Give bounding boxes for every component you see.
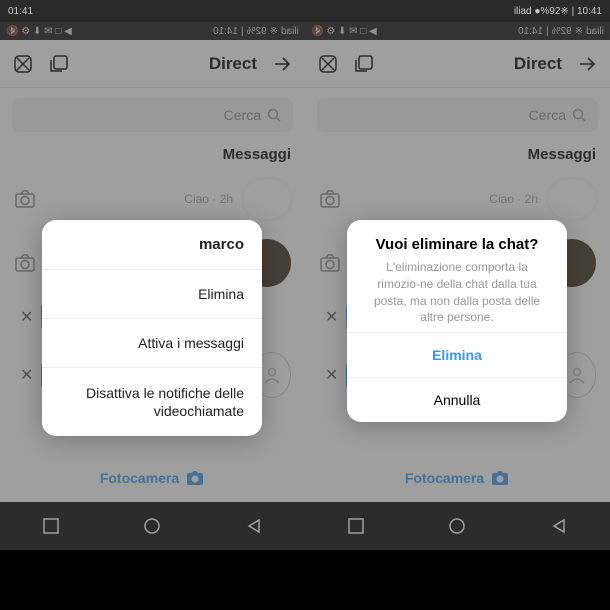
confirm-dialog: Vuoi eliminare la chat? L'eliminazione c…: [347, 220, 567, 422]
menu-header-name: marco: [42, 220, 262, 269]
confirm-title: Vuoi eliminare la chat?: [365, 236, 549, 253]
frame-top-right: iliad ●%92※ | 10:41: [514, 6, 602, 17]
context-menu: marco Elimina Attiva i messaggi Disattiv…: [42, 220, 262, 436]
confirm-cancel-button[interactable]: Annulla: [347, 377, 567, 422]
confirm-delete-button[interactable]: Elimina: [347, 332, 567, 377]
menu-disable-videocall-notif[interactable]: Disattiva le notifiche delle videochiama…: [42, 367, 262, 436]
phone-left: ▶ □ ✉ ⬇ ⚙ 🔇 iliad ※92% | 14:10 Direct Ce…: [0, 22, 305, 550]
phone-right: ▶ □ ✉ ⬇ ⚙ 🔇 iliad ※92% | 14:10 Direct Ce…: [305, 22, 610, 550]
outer-frame-bottom: [0, 550, 610, 610]
outer-frame-top: 01:41 iliad ●%92※ | 10:41: [0, 0, 610, 22]
menu-enable-msgs[interactable]: Attiva i messaggi: [42, 318, 262, 367]
frame-top-left: 01:41: [8, 6, 33, 17]
confirm-desc: L'eliminazione comporta la rimozio-ne de…: [365, 259, 549, 326]
menu-delete[interactable]: Elimina: [42, 269, 262, 318]
